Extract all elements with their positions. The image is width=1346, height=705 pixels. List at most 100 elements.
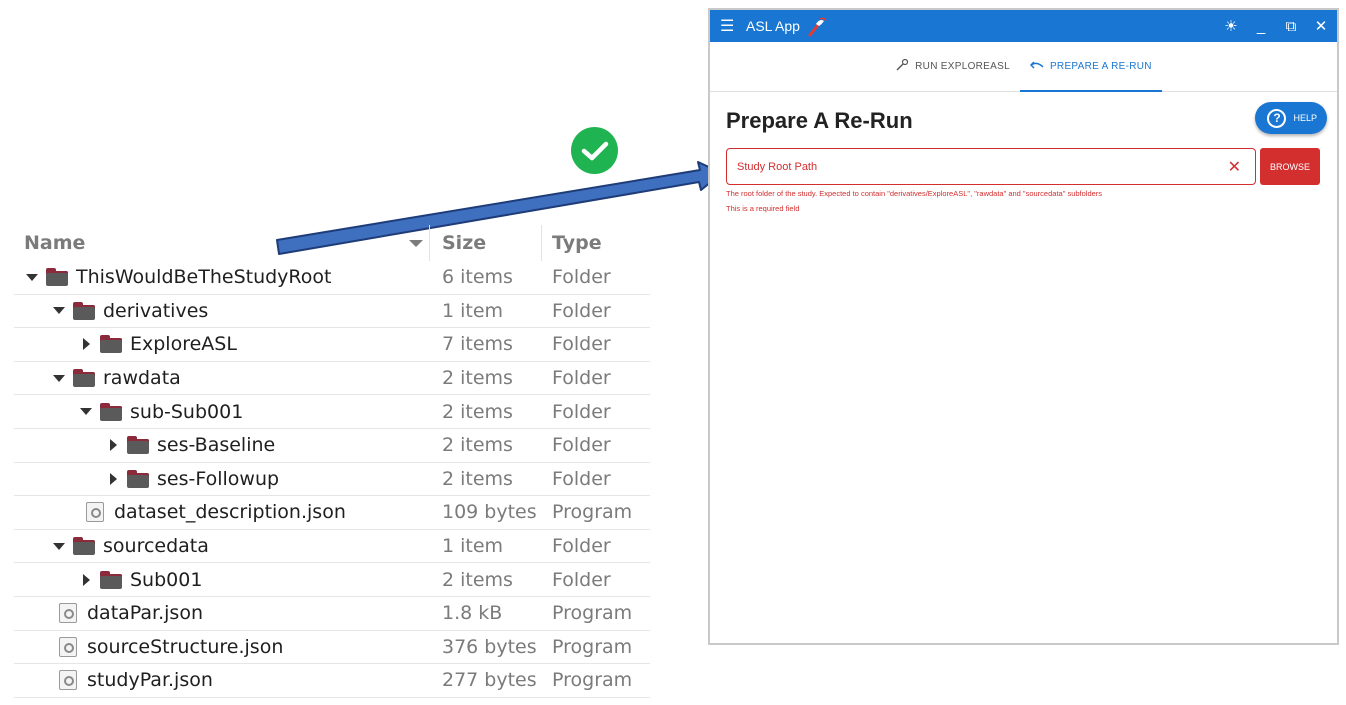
tree-row[interactable]: rawdata 2 items Folder — [14, 362, 650, 396]
file-icon — [86, 502, 104, 523]
tree-row[interactable]: dataPar.json 1.8 kB Program — [14, 597, 650, 631]
tree-row-name: sourceStructure.json — [14, 636, 430, 658]
tree-row-type: Folder — [552, 535, 611, 558]
tree-header: Name Size Type — [14, 225, 650, 261]
tree-row-name: sourcedata — [14, 535, 430, 557]
tree-row[interactable]: studyPar.json 277 bytes Program — [14, 664, 650, 698]
folder-icon — [127, 469, 149, 488]
tree-row-name: sub-Sub001 — [14, 401, 430, 423]
folder-icon — [73, 369, 95, 388]
undo-icon — [1029, 59, 1044, 74]
tree-row-size: 2 items — [442, 568, 513, 591]
tree-row[interactable]: sourcedata 1 item Folder — [14, 530, 650, 564]
folder-icon — [100, 402, 122, 421]
tree-row-size: 6 items — [442, 266, 513, 289]
collapsed-arrow-icon[interactable] — [105, 471, 121, 487]
column-header-size[interactable]: Size — [430, 225, 542, 261]
tree-row-label: ThisWouldBeTheStudyRoot — [76, 266, 332, 289]
column-header-name[interactable]: Name — [14, 225, 430, 261]
no-expander — [51, 605, 57, 621]
app-logo-icon — [806, 15, 828, 37]
success-check-icon — [571, 127, 618, 174]
study-root-path-label: Study Root Path — [737, 160, 818, 173]
expanded-arrow-icon[interactable] — [51, 370, 67, 386]
collapsed-arrow-icon[interactable] — [78, 572, 94, 588]
tree-row-label: sub-Sub001 — [130, 400, 244, 423]
tree-row[interactable]: sub-Sub001 2 items Folder — [14, 395, 650, 429]
tree-row[interactable]: dataset_description.json 109 bytes Program — [14, 496, 650, 530]
tree-row-name: rawdata — [14, 367, 430, 389]
tree-row-size: 2 items — [442, 434, 513, 457]
tree-row-label: dataPar.json — [87, 602, 203, 625]
tree-row-name: Sub001 — [14, 569, 430, 591]
tab-run-exploreasl[interactable]: RUN EXPLOREASL — [885, 42, 1020, 91]
tree-row-label: Sub001 — [130, 568, 203, 591]
study-root-path-field[interactable]: Study Root Path ✕ — [726, 148, 1256, 185]
minimize-icon[interactable]: _ — [1253, 18, 1269, 35]
close-icon[interactable]: ✕ — [1313, 17, 1329, 35]
tree-row-label: ses-Followup — [157, 467, 280, 490]
tree-row-label: rawdata — [103, 367, 181, 390]
sort-descending-icon — [409, 239, 423, 247]
page-title: Prepare A Re-Run — [726, 108, 913, 133]
no-expander — [51, 672, 57, 688]
folder-icon — [46, 268, 68, 287]
tree-row-type: Folder — [552, 333, 611, 356]
folder-icon — [73, 301, 95, 320]
tree-row-type: Folder — [552, 467, 611, 490]
theme-toggle-icon[interactable]: ☀ — [1223, 17, 1239, 35]
tree-row-size: 1 item — [442, 535, 504, 558]
tree-row[interactable]: ses-Followup 2 items Folder — [14, 463, 650, 497]
hamburger-menu-icon[interactable]: ☰ — [720, 16, 736, 36]
file-icon — [59, 603, 77, 624]
expanded-arrow-icon[interactable] — [24, 269, 40, 285]
tree-row-type: Folder — [552, 434, 611, 457]
browse-button[interactable]: BROWSE — [1260, 148, 1320, 185]
column-header-type[interactable]: Type — [542, 225, 650, 261]
tree-row-name: ExploreASL — [14, 333, 430, 355]
tree-row-size: 2 items — [442, 467, 513, 490]
wrench-icon — [895, 58, 909, 75]
tree-row[interactable]: Sub001 2 items Folder — [14, 563, 650, 597]
tab-prepare-rerun[interactable]: PREPARE A RE-RUN — [1019, 42, 1162, 92]
tree-row[interactable]: derivatives 1 item Folder — [14, 295, 650, 329]
field-helper-text: The root folder of the study. Expected t… — [726, 189, 1103, 198]
tree-row[interactable]: sourceStructure.json 376 bytes Program — [14, 631, 650, 665]
tree-row-label: ExploreASL — [130, 333, 237, 356]
tree-row-type: Folder — [552, 568, 611, 591]
tree-row[interactable]: ExploreASL 7 items Folder — [14, 328, 650, 362]
tree-body: ThisWouldBeTheStudyRoot 6 items Folder deri… — [14, 261, 650, 698]
help-button[interactable]: ? HELP — [1255, 102, 1327, 134]
tree-row[interactable]: ses-Baseline 2 items Folder — [14, 429, 650, 463]
folder-icon — [73, 537, 95, 556]
expanded-arrow-icon[interactable] — [78, 404, 94, 420]
tree-row-size: 2 items — [442, 367, 513, 390]
tree-row-size: 1.8 kB — [442, 602, 503, 625]
tree-row-label: derivatives — [103, 299, 209, 322]
expanded-arrow-icon[interactable] — [51, 303, 67, 319]
main-content: Prepare A Re-Run ? HELP Study Root Path … — [710, 92, 1337, 227]
tree-row-label: ses-Baseline — [157, 434, 276, 457]
help-icon: ? — [1267, 108, 1287, 128]
tree-row-name: ThisWouldBeTheStudyRoot — [14, 266, 430, 288]
field-error-text: This is a required field — [726, 204, 800, 213]
tree-row-size: 1 item — [442, 299, 504, 322]
tree-row-label: sourcedata — [103, 535, 209, 558]
no-expander — [78, 504, 84, 520]
tree-row-label: studyPar.json — [87, 669, 213, 692]
tree-row-type: Folder — [552, 266, 611, 289]
tree-row-name: derivatives — [14, 300, 430, 322]
tree-row-size: 277 bytes — [442, 669, 537, 692]
tree-row-type: Program — [552, 635, 633, 658]
collapsed-arrow-icon[interactable] — [105, 437, 121, 453]
folder-icon — [127, 436, 149, 455]
study-root-row: Study Root Path ✕ BROWSE — [726, 148, 1321, 185]
file-icon — [59, 670, 77, 691]
tree-row-label: dataset_description.json — [114, 501, 346, 524]
tree-row-size: 2 items — [442, 400, 513, 423]
clear-icon[interactable]: ✕ — [1228, 157, 1241, 177]
collapsed-arrow-icon[interactable] — [78, 336, 94, 352]
maximize-icon[interactable]: ⧉ — [1283, 18, 1299, 35]
expanded-arrow-icon[interactable] — [51, 538, 67, 554]
tree-row[interactable]: ThisWouldBeTheStudyRoot 6 items Folder — [14, 261, 650, 295]
